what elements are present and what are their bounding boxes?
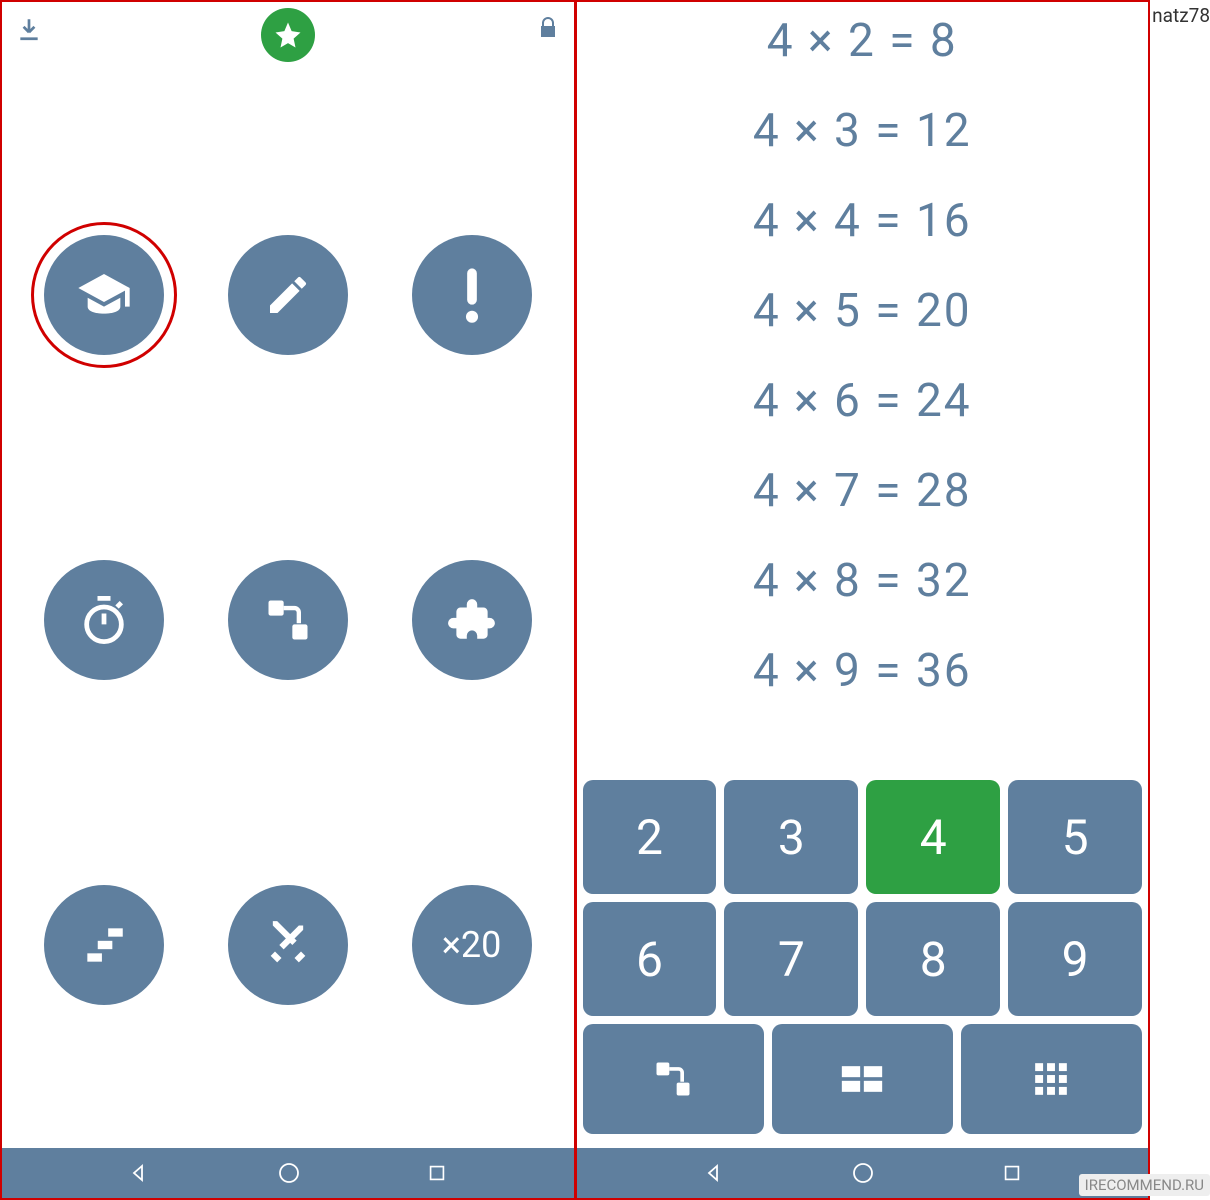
grid12-icon [1032, 1060, 1070, 1098]
menu-x20[interactable]: ×20 [412, 885, 532, 1005]
menu-learn[interactable] [44, 235, 164, 355]
puzzle-icon [447, 595, 497, 645]
equation: 4 × 7 = 28 [753, 464, 972, 518]
key-4[interactable]: 4 [866, 780, 1000, 894]
equation: 4 × 5 = 20 [753, 284, 972, 338]
nav-recent-icon[interactable] [426, 1162, 448, 1184]
keypad: 2 3 4 5 6 7 8 9 [577, 774, 1149, 1148]
grid4-icon [840, 1064, 884, 1094]
watermark: IRECOMMEND.RU [1079, 1174, 1210, 1196]
download-icon[interactable] [16, 16, 42, 42]
menu-test[interactable] [412, 235, 532, 355]
nav-bar-left [2, 1148, 574, 1198]
nav-bar-right [577, 1148, 1149, 1198]
key-7[interactable]: 7 [724, 902, 858, 1016]
credit-text: natz78 [1152, 4, 1210, 27]
table-screen: 4 × 2 = 8 4 × 3 = 12 4 × 4 = 16 4 × 5 = … [577, 2, 1149, 1198]
menu-steps[interactable] [44, 885, 164, 1005]
nav-back-icon[interactable] [127, 1161, 151, 1185]
nav-recent-icon[interactable] [1001, 1162, 1023, 1184]
mode-grid4[interactable] [772, 1024, 953, 1134]
top-bar [2, 2, 574, 62]
star-badge[interactable] [261, 8, 315, 62]
key-9[interactable]: 9 [1008, 902, 1142, 1016]
key-6[interactable]: 6 [583, 902, 717, 1016]
flow-icon [262, 594, 314, 646]
pencil-icon [264, 271, 312, 319]
mode-flow[interactable] [583, 1024, 764, 1134]
menu-puzzle[interactable] [412, 560, 532, 680]
equation: 4 × 2 = 8 [767, 14, 958, 68]
equation: 4 × 9 = 36 [753, 644, 972, 698]
swords-icon [262, 919, 314, 971]
exclamation-icon [462, 266, 482, 324]
mode-grid12[interactable] [961, 1024, 1142, 1134]
equation: 4 × 6 = 24 [753, 374, 972, 428]
x20-label: ×20 [442, 924, 502, 966]
key-8[interactable]: 8 [866, 902, 1000, 1016]
menu-timer[interactable] [44, 560, 164, 680]
lock-icon[interactable] [536, 16, 560, 40]
nav-home-icon[interactable] [277, 1161, 301, 1185]
menu-path[interactable] [228, 560, 348, 680]
menu-screen: ×20 [2, 2, 577, 1198]
nav-home-icon[interactable] [851, 1161, 875, 1185]
equation: 4 × 4 = 16 [753, 194, 972, 248]
menu-edit[interactable] [228, 235, 348, 355]
key-3[interactable]: 3 [724, 780, 858, 894]
graduation-cap-icon [76, 267, 132, 323]
key-2[interactable]: 2 [583, 780, 717, 894]
menu-battle[interactable] [228, 885, 348, 1005]
equation-list: 4 × 2 = 8 4 × 3 = 12 4 × 4 = 16 4 × 5 = … [577, 2, 1149, 774]
key-5[interactable]: 5 [1008, 780, 1142, 894]
nav-back-icon[interactable] [702, 1161, 726, 1185]
menu-grid: ×20 [2, 62, 574, 1148]
equation: 4 × 3 = 12 [753, 104, 972, 158]
stopwatch-icon [78, 594, 130, 646]
flow-icon [651, 1057, 695, 1101]
stairs-icon [79, 920, 129, 970]
equation: 4 × 8 = 32 [753, 554, 972, 608]
